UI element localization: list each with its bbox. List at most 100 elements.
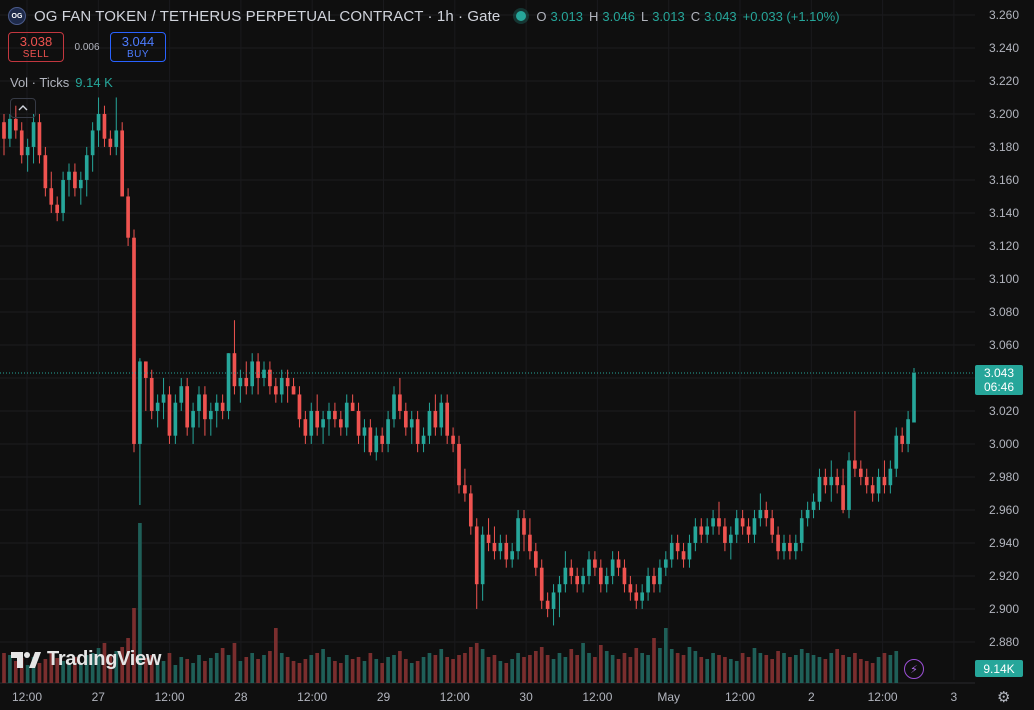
volume-bar (356, 657, 361, 683)
price-tick-label: 3.220 (989, 74, 1019, 88)
sell-label: SELL (22, 49, 50, 60)
candle-body (575, 575, 580, 585)
sell-button[interactable]: 3.038 SELL (8, 32, 64, 62)
candle-body (327, 410, 331, 420)
candle-body (640, 592, 645, 601)
volume-bar (415, 661, 420, 683)
price-tick-label: 3.120 (989, 239, 1019, 253)
candle-body (350, 402, 355, 411)
volume-bar (841, 655, 845, 683)
candle-body (25, 146, 30, 156)
candle-body (699, 526, 704, 535)
og-token-logo-icon[interactable]: OG (8, 7, 26, 25)
candle-body (610, 559, 615, 576)
volume-bar (285, 657, 290, 683)
candle-body (356, 410, 361, 436)
time-tick-label: 12:00 (155, 690, 185, 704)
price-chart[interactable]: 3.260 3.240 3.220 3.200 3.180 3.160 3.140 3.120… (0, 0, 1034, 710)
candle-body (847, 460, 851, 510)
candle-body (628, 584, 633, 593)
candle-body (67, 171, 71, 180)
candle-body (268, 369, 272, 387)
volume-badge-value: 9.14K (983, 662, 1014, 676)
tradingview-logo[interactable]: TradingView (11, 648, 161, 671)
volume-bar (380, 663, 385, 683)
ohlc-close-key: C (690, 8, 701, 24)
volume-bar (238, 661, 243, 683)
volume-bar (782, 653, 786, 683)
candle-body (817, 476, 822, 502)
settings-gear-icon[interactable]: ⚙ (997, 688, 1010, 706)
volume-bar (864, 661, 869, 683)
volume-bar (805, 653, 810, 683)
candle-body (191, 410, 195, 428)
candle-body (545, 600, 550, 609)
buy-button[interactable]: 3.044 BUY (110, 32, 166, 62)
time-tick-label: 27 (92, 690, 106, 704)
volume-bar (770, 659, 775, 683)
volume-bar (220, 648, 225, 683)
volume-bar (327, 657, 331, 683)
volume-bar (551, 659, 556, 683)
volume-bar (817, 657, 822, 683)
candle-body (31, 122, 36, 147)
volume-bar (711, 653, 715, 683)
price-tick-label: 3.020 (989, 404, 1019, 418)
candle-body (108, 138, 113, 147)
buy-price: 3.044 (121, 34, 155, 49)
volume-bar (492, 655, 497, 683)
price-tick-label: 2.980 (989, 470, 1019, 484)
candle-body (598, 567, 603, 585)
price-tick-label: 3.140 (989, 206, 1019, 220)
candle-body (569, 567, 574, 576)
candle-body (291, 386, 296, 395)
symbol-title[interactable]: OG FAN TOKEN / TETHERUS PERPETUAL CONTRA… (34, 8, 500, 25)
price-axis[interactable]: 3.260 3.240 3.220 3.200 3.180 3.160 3.140 3.120… (975, 8, 1023, 677)
candle-body (55, 204, 60, 213)
market-open-status-icon[interactable] (516, 11, 527, 21)
candle-body (658, 567, 662, 585)
volume-bar (746, 657, 751, 683)
volume-bar (788, 657, 792, 683)
ohlc-low-key: L (640, 8, 649, 24)
volume-bar (598, 645, 603, 683)
candle-body (498, 542, 503, 552)
volume-legend[interactable]: Vol · Ticks 9.14 K (10, 75, 113, 90)
volume-bar (268, 651, 272, 683)
candle-body (705, 526, 710, 535)
candle-body (333, 410, 337, 420)
candle-body (528, 534, 532, 552)
volume-bar (309, 655, 314, 683)
candle-body (439, 402, 444, 428)
time-axis[interactable]: 12:00 27 12:00 28 12:00 29 12:00 30 12:00 May 12:0… (12, 690, 958, 704)
volume-bar (262, 655, 266, 683)
volume-bar (522, 657, 526, 683)
volume-bar (533, 651, 538, 683)
candle-body (593, 559, 597, 568)
volume-bar (132, 608, 136, 683)
volume-bar (622, 653, 627, 683)
bar-countdown: 06:46 (984, 380, 1014, 394)
time-tick-label: 12:00 (725, 690, 755, 704)
volume-bar (587, 653, 591, 683)
candle-body (468, 493, 473, 527)
candle-body (793, 542, 798, 552)
candle-body (303, 419, 308, 436)
spread-value: 0.006 (74, 41, 100, 53)
candle-body (711, 518, 715, 527)
candle-body (445, 402, 450, 436)
ohlc-values: O 3.013 H 3.046 L 3.013 C 3.043 +0.033 (+1.1… (536, 9, 841, 24)
volume-bar (853, 653, 857, 683)
collapse-legend-button[interactable] (10, 98, 36, 118)
candle-body (409, 419, 414, 428)
ohlc-open-value: 3.013 (550, 8, 584, 24)
lightning-icon[interactable]: ⚡ (904, 659, 924, 679)
candle-body (539, 567, 544, 601)
candle-body (392, 394, 396, 420)
volume-bar (474, 643, 479, 683)
candle-body (693, 526, 698, 543)
candle-body (415, 419, 420, 444)
candle-body (752, 518, 757, 535)
volume-bar (510, 659, 515, 683)
volume-bar (793, 655, 798, 683)
